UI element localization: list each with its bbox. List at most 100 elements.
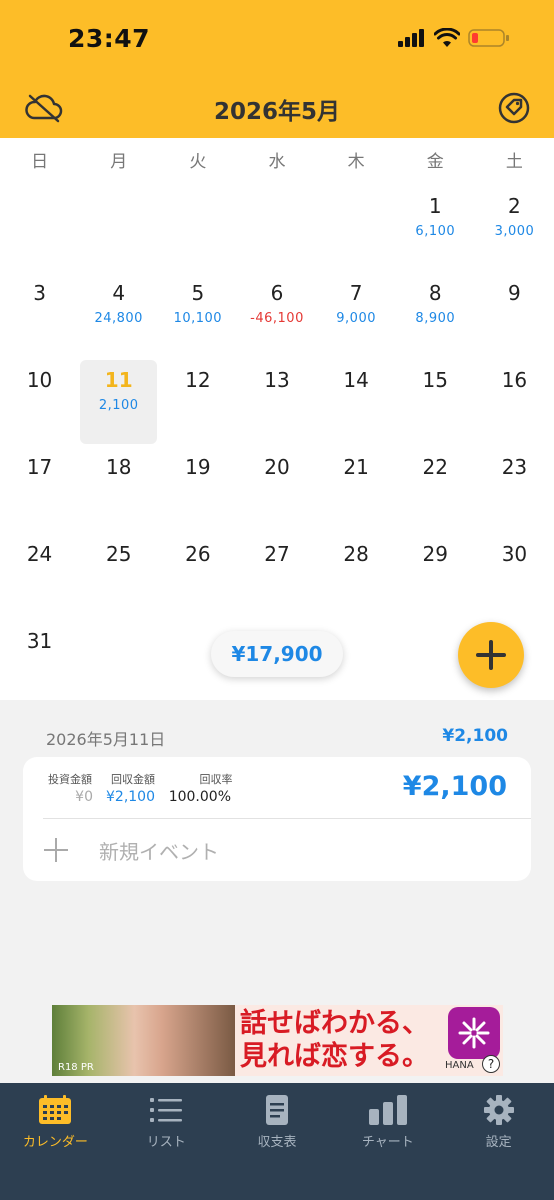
wifi-icon — [434, 28, 460, 47]
day-cell-4[interactable]: 4 24,800 — [80, 273, 157, 357]
new-event-label: 新規イベント — [99, 839, 219, 864]
day-cell-18[interactable]: 18 — [80, 447, 157, 531]
day-cell-13[interactable]: 13 — [239, 360, 316, 444]
day-cell-8[interactable]: 8 8,900 — [397, 273, 474, 357]
app-header: 23:47 2026年5月 — [0, 0, 554, 138]
ad-brand: HANA — [445, 1060, 474, 1071]
day-cell-19[interactable]: 19 — [159, 447, 236, 531]
day-amount: 10,100 — [173, 311, 223, 326]
ad-headline: 話せばわかる、 見れば恋する。 — [240, 1007, 446, 1073]
day-number: 13 — [264, 368, 290, 392]
document-icon — [265, 1095, 288, 1125]
day-number: 26 — [185, 542, 211, 566]
tab-bar: カレンダー リスト 収支表 チャート 設定 — [0, 1083, 554, 1200]
ad-help-icon[interactable]: ? — [482, 1055, 500, 1073]
ad-headline-line2: 見れば恋する。 — [240, 1041, 429, 1072]
calendar-icon — [39, 1095, 72, 1124]
day-number: 22 — [422, 455, 448, 479]
list-icon — [150, 1098, 183, 1122]
day-cell-16[interactable]: 16 — [476, 360, 553, 444]
return-label: 回収金額 — [111, 773, 155, 786]
day-cell-5[interactable]: 5 10,100 — [159, 273, 236, 357]
day-number: 11 — [104, 368, 133, 392]
day-cell-25[interactable]: 25 — [80, 534, 157, 618]
weekday-label: 土 — [505, 152, 523, 172]
day-cell-26[interactable]: 26 — [159, 534, 236, 618]
day-amount: 24,800 — [94, 311, 143, 326]
weekday-label: 日 — [31, 152, 49, 172]
ad-photo: R18 PR — [52, 1005, 235, 1076]
day-number: 9 — [508, 281, 521, 305]
day-cell-1[interactable]: 1 6,100 — [397, 186, 474, 270]
day-number: 6 — [270, 281, 284, 305]
add-event-button[interactable] — [458, 622, 524, 688]
ad-banner[interactable]: R18 PR 話せばわかる、 見れば恋する。 HANA ? — [52, 1005, 503, 1076]
day-cell-6[interactable]: 6 -46,100 — [239, 273, 316, 357]
ad-photo-tag: R18 PR — [58, 1062, 94, 1073]
tab-label: 設定 — [485, 1135, 512, 1150]
day-amount: -46,100 — [250, 311, 304, 326]
day-number: 2 — [508, 194, 521, 218]
tab-list[interactable]: リスト — [111, 1083, 222, 1200]
invest-value: ¥0 — [75, 789, 93, 805]
day-number: 4 — [112, 281, 126, 305]
day-cell-24[interactable]: 24 — [1, 534, 78, 618]
return-value: ¥2,100 — [106, 789, 155, 805]
weekday-label: 月 — [110, 152, 128, 172]
day-cell-21[interactable]: 21 — [318, 447, 395, 531]
tag-icon[interactable] — [494, 90, 534, 126]
day-cell-23[interactable]: 23 — [476, 447, 553, 531]
day-cell-11[interactable]: 11 2,100 — [80, 360, 158, 444]
day-cell-28[interactable]: 28 — [318, 534, 395, 618]
day-cell-20[interactable]: 20 — [239, 447, 316, 531]
day-number: 23 — [501, 455, 528, 479]
divider — [43, 818, 531, 819]
status-icons — [398, 28, 510, 48]
weekday-label: 木 — [347, 152, 365, 172]
day-number: 16 — [501, 368, 528, 392]
tab-label: チャート — [361, 1135, 414, 1150]
day-cell-17[interactable]: 17 — [1, 447, 78, 531]
day-number: 5 — [191, 281, 205, 305]
battery-low-icon — [468, 29, 509, 47]
new-event-button[interactable]: 新規イベント — [43, 821, 523, 879]
tab-label: 収支表 — [257, 1135, 297, 1150]
day-cell-12[interactable]: 12 — [159, 360, 236, 444]
invest-label: 投資金額 — [48, 773, 92, 786]
day-amount: 8,900 — [415, 311, 456, 326]
day-cell-29[interactable]: 29 — [397, 534, 474, 618]
day-amount: 2,100 — [98, 398, 139, 413]
day-cell-30[interactable]: 30 — [476, 534, 553, 618]
day-cell-3[interactable]: 3 — [1, 273, 78, 357]
ad-headline-line1: 話せばわかる、 — [240, 1008, 429, 1039]
tab-label: カレンダー — [22, 1135, 88, 1150]
tab-settings[interactable]: 設定 — [443, 1083, 554, 1200]
day-amount: 9,000 — [336, 311, 376, 326]
day-cell-10[interactable]: 10 — [1, 360, 78, 444]
day-cell-27[interactable]: 27 — [239, 534, 316, 618]
day-cell-31[interactable]: 31 — [1, 621, 78, 705]
day-number: 3 — [33, 281, 46, 305]
day-number: 24 — [26, 542, 53, 566]
gear-icon — [483, 1095, 514, 1125]
day-number: 14 — [343, 368, 369, 392]
rate-label: 回収率 — [199, 773, 233, 786]
cellular-signal-icon — [398, 29, 424, 47]
day-cell-14[interactable]: 14 — [318, 360, 395, 444]
weekday-label: 水 — [268, 152, 286, 172]
tab-balance-sheet[interactable]: 収支表 — [222, 1083, 333, 1200]
day-number: 21 — [343, 455, 369, 479]
month-total-pill[interactable]: ¥17,900 — [211, 631, 343, 677]
day-cell-2[interactable]: 2 3,000 — [476, 186, 553, 270]
day-cell-15[interactable]: 15 — [397, 360, 474, 444]
weekday-label: 金 — [426, 152, 444, 172]
selected-date: 2026年5月11日 — [46, 730, 166, 749]
tab-calendar[interactable]: カレンダー — [0, 1083, 111, 1200]
day-cell-22[interactable]: 22 — [397, 447, 474, 531]
day-summary-card[interactable]: 投資金額 回収金額 回収率 ¥0 ¥2,100 100.00% ¥2,100 新… — [23, 757, 531, 881]
day-cell-7[interactable]: 7 9,000 — [318, 273, 395, 357]
day-number: 30 — [501, 542, 528, 566]
day-cell-9[interactable]: 9 — [476, 273, 553, 357]
tab-chart[interactable]: チャート — [332, 1083, 443, 1200]
day-number: 17 — [26, 455, 53, 479]
